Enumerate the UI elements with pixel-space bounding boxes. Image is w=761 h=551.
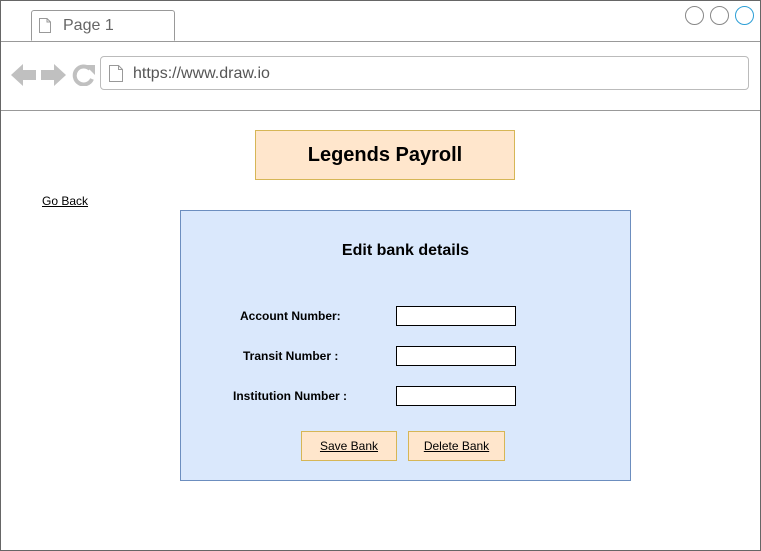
window-control-circle[interactable] (685, 6, 704, 25)
window-control-circle[interactable] (710, 6, 729, 25)
tab-label: Page 1 (63, 17, 114, 34)
window-control-circle-active[interactable] (735, 6, 754, 25)
save-bank-button[interactable]: Save Bank (301, 431, 397, 461)
address-url: https://www.draw.io (133, 65, 270, 82)
arrow-left-icon[interactable] (11, 64, 37, 86)
arrow-right-icon[interactable] (40, 64, 66, 86)
delete-bank-button[interactable]: Delete Bank (408, 431, 505, 461)
account-number-label: Account Number: (240, 309, 341, 323)
institution-number-label: Institution Number : (233, 389, 347, 403)
institution-number-input[interactable] (396, 386, 516, 406)
page-icon (109, 65, 123, 82)
reload-icon[interactable] (71, 64, 97, 86)
page-icon (39, 18, 51, 33)
title-bar: Page 1 (1, 1, 760, 42)
panel-title: Edit bank details (341, 242, 470, 259)
navigation-bar: https://www.draw.io (1, 42, 760, 111)
go-back-link[interactable]: Go Back (42, 194, 88, 208)
transit-number-label: Transit Number : (243, 349, 339, 363)
browser-window: Page 1 https://www.draw.io Legends Payro… (0, 0, 761, 551)
address-bar[interactable]: https://www.draw.io (100, 56, 749, 90)
edit-bank-panel: Edit bank details Account Number: Transi… (180, 210, 631, 481)
browser-tab[interactable]: Page 1 (31, 10, 175, 41)
account-number-input[interactable] (396, 306, 516, 326)
app-title: Legends Payroll (255, 130, 515, 180)
transit-number-input[interactable] (396, 346, 516, 366)
